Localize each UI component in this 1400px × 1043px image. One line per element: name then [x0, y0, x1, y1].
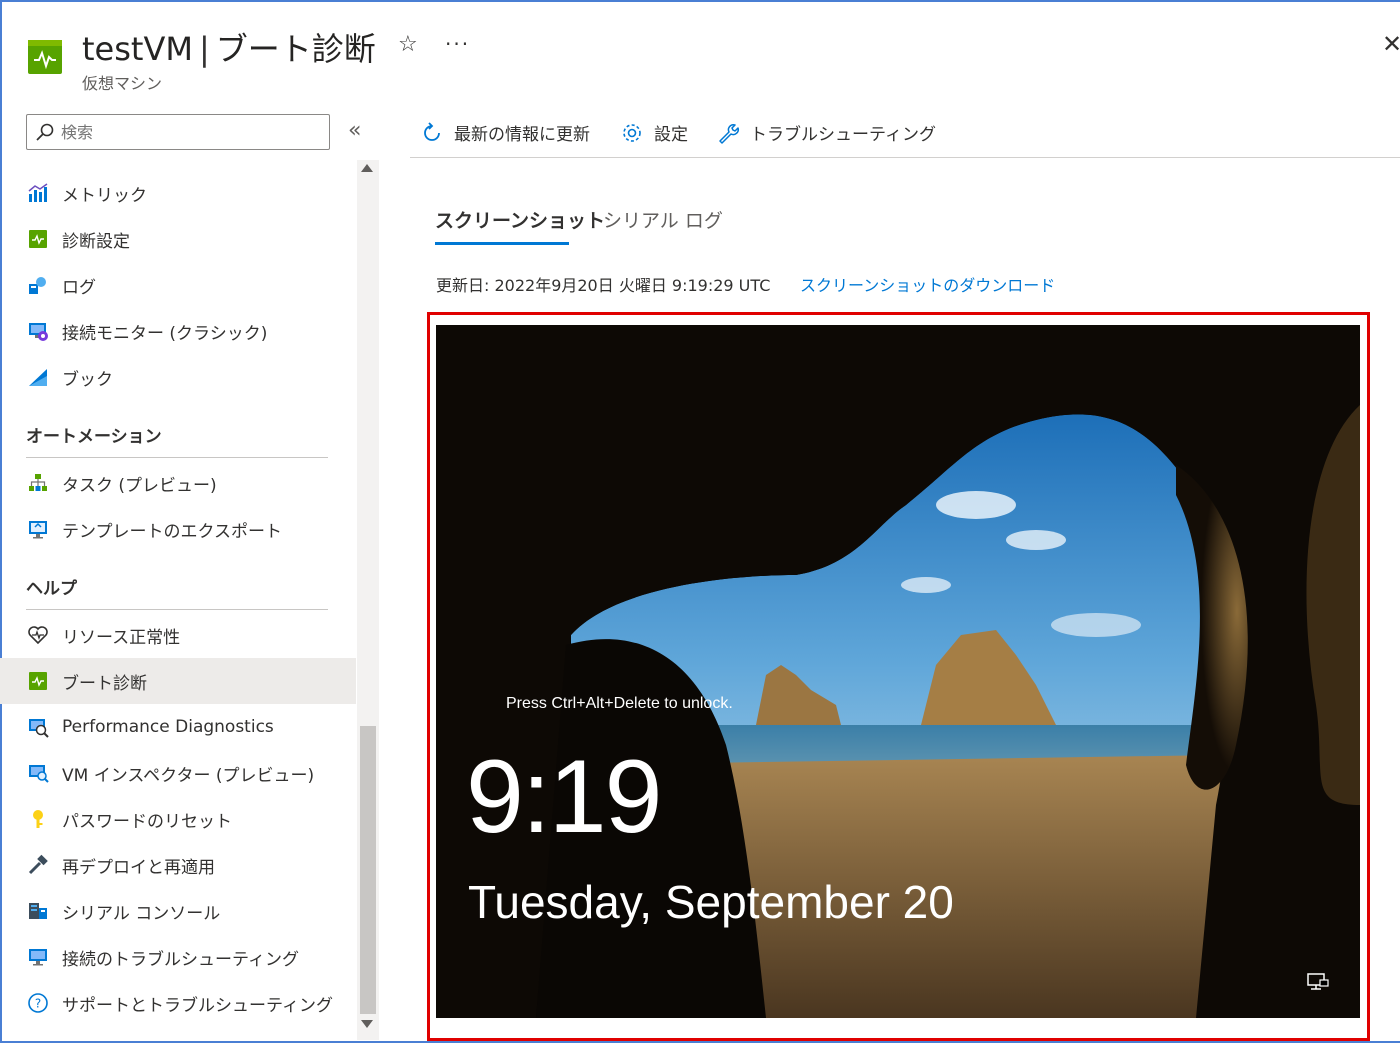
download-screenshot-link[interactable]: スクリーンショットのダウンロード [800, 272, 1055, 296]
scrollbar-thumb[interactable] [360, 726, 376, 1014]
export-template-icon [26, 517, 50, 541]
connection-troubleshoot-icon [26, 945, 50, 969]
sidebar-item-workbooks[interactable]: ブック [0, 354, 356, 400]
wrench-icon [719, 123, 739, 144]
sidebar-item-label: 診断設定 [62, 231, 130, 252]
sidebar-item-export-template[interactable]: テンプレートのエクスポート [0, 506, 356, 552]
sidebar-item-label: パスワードのリセット [62, 811, 232, 832]
favorite-star-icon[interactable]: ☆ [398, 32, 418, 57]
page-subtitle: 仮想マシン [82, 74, 163, 93]
more-options-icon[interactable]: ··· [445, 32, 470, 56]
refresh-button[interactable]: 最新の情報に更新 [420, 120, 590, 145]
sidebar-item-label: ブック [62, 369, 113, 390]
sidebar-item-connection-monitor[interactable]: 接続モニター (クラシック) [0, 308, 356, 354]
sidebar-item-label: 接続のトラブルシューティング [62, 949, 299, 970]
sidebar-item-label: テンプレートのエクスポート [62, 521, 282, 542]
boot-screenshot-image: Press Ctrl+Alt+Delete to unlock. 9:19 Tu… [436, 325, 1360, 1018]
reset-password-icon [26, 807, 50, 831]
scroll-up-icon[interactable] [361, 164, 373, 172]
workbooks-icon [26, 365, 50, 389]
sidebar-nav: メトリック 診断設定 ログ 接続モニター (クラシック) ブック オートメーショ… [0, 160, 356, 1040]
section-divider [26, 609, 328, 610]
sidebar-item-performance-diagnostics[interactable]: Performance Diagnostics [0, 704, 356, 750]
sidebar-item-connection-troubleshoot[interactable]: 接続のトラブルシューティング [0, 934, 356, 980]
sidebar-item-label: リソース正常性 [62, 627, 181, 648]
vm-inspector-icon [26, 761, 50, 785]
updated-timestamp: 更新日: 2022年9月20日 火曜日 9:19:29 UTC [436, 276, 771, 295]
sidebar-item-redeploy[interactable]: 再デプロイと再適用 [0, 842, 356, 888]
refresh-label: 最新の情報に更新 [454, 125, 590, 145]
settings-label: 設定 [654, 125, 688, 145]
lockscreen-time: 9:19 [466, 739, 662, 855]
tab-screenshot[interactable]: スクリーンショット [435, 206, 605, 233]
title-vm-name: testVM [82, 30, 193, 68]
troubleshoot-label: トラブルシューティング [750, 125, 936, 145]
troubleshoot-button[interactable]: トラブルシューティング [716, 120, 936, 145]
section-divider [26, 457, 328, 458]
resource-health-icon [26, 623, 50, 647]
sidebar-item-label: シリアル コンソール [62, 903, 221, 924]
vm-logo-icon [28, 40, 62, 74]
lockscreen-date: Tuesday, September 20 [468, 876, 954, 928]
sidebar-item-support[interactable]: ? サポートとトラブルシューティング [0, 980, 356, 1026]
sidebar-item-vm-inspector[interactable]: VM インスペクター (プレビュー) [0, 750, 356, 796]
scroll-down-icon[interactable] [361, 1020, 373, 1028]
sidebar-item-label: サポートとトラブルシューティング [62, 995, 333, 1016]
page-title: testVM | ブート診断 [82, 24, 376, 70]
sidebar-item-label: VM インスペクター (プレビュー) [62, 765, 315, 786]
command-bar: 最新の情報に更新 設定 トラブルシューティング [410, 110, 1400, 158]
sidebar-item-resource-health[interactable]: リソース正常性 [0, 612, 356, 658]
svg-text:?: ? [35, 997, 41, 1011]
support-icon: ? [26, 991, 50, 1015]
serial-console-icon [26, 899, 50, 923]
tasks-icon [26, 471, 50, 495]
sidebar-item-reset-password[interactable]: パスワードのリセット [0, 796, 356, 842]
performance-diagnostics-icon [26, 715, 50, 739]
search-box[interactable] [26, 114, 330, 150]
title-separator: | [198, 30, 210, 68]
network-icon [1307, 973, 1329, 990]
sidebar-item-label: メトリック [62, 185, 147, 206]
redeploy-icon [26, 853, 50, 877]
settings-button[interactable]: 設定 [620, 120, 688, 145]
sidebar-item-label: ブート診断 [62, 673, 147, 694]
metrics-icon [26, 181, 50, 205]
sidebar-item-serial-console[interactable]: シリアル コンソール [0, 888, 356, 934]
sidebar-item-label: 接続モニター (クラシック) [62, 323, 268, 344]
refresh-icon [424, 121, 440, 141]
title-page-name: ブート診断 [215, 30, 376, 68]
logs-icon [26, 273, 50, 297]
section-header-automation: オートメーション [26, 427, 162, 447]
sidebar-item-diagnostic-settings[interactable]: 診断設定 [0, 216, 356, 262]
connection-monitor-icon [26, 319, 50, 343]
close-icon[interactable]: ✕ [1382, 30, 1400, 58]
tab-serial-log[interactable]: シリアル ログ [603, 206, 723, 233]
sidebar-item-label: ログ [62, 277, 96, 298]
sidebar-item-label: 再デプロイと再適用 [62, 857, 215, 878]
sidebar-item-label: Performance Diagnostics [62, 717, 274, 737]
section-header-help: ヘルプ [26, 579, 77, 599]
sidebar-item-tasks[interactable]: タスク (プレビュー) [0, 460, 356, 506]
blade-header: testVM | ブート診断 仮想マシン ☆ ··· ✕ [0, 0, 1400, 105]
sidebar-item-boot-diagnostics[interactable]: ブート診断 [0, 658, 356, 704]
sidebar-item-logs[interactable]: ログ [0, 262, 356, 308]
sidebar-item-label: タスク (プレビュー) [62, 475, 217, 496]
search-icon [36, 123, 54, 141]
collapse-sidebar-icon[interactable]: « [348, 118, 361, 143]
unlock-hint-text: Press Ctrl+Alt+Delete to unlock. [506, 695, 733, 712]
gear-icon [623, 123, 641, 142]
search-input[interactable] [61, 122, 311, 142]
boot-diagnostics-icon [26, 669, 50, 693]
sidebar-item-metrics[interactable]: メトリック [0, 170, 356, 216]
diagnostic-settings-icon [26, 227, 50, 251]
active-tab-indicator [435, 242, 569, 245]
